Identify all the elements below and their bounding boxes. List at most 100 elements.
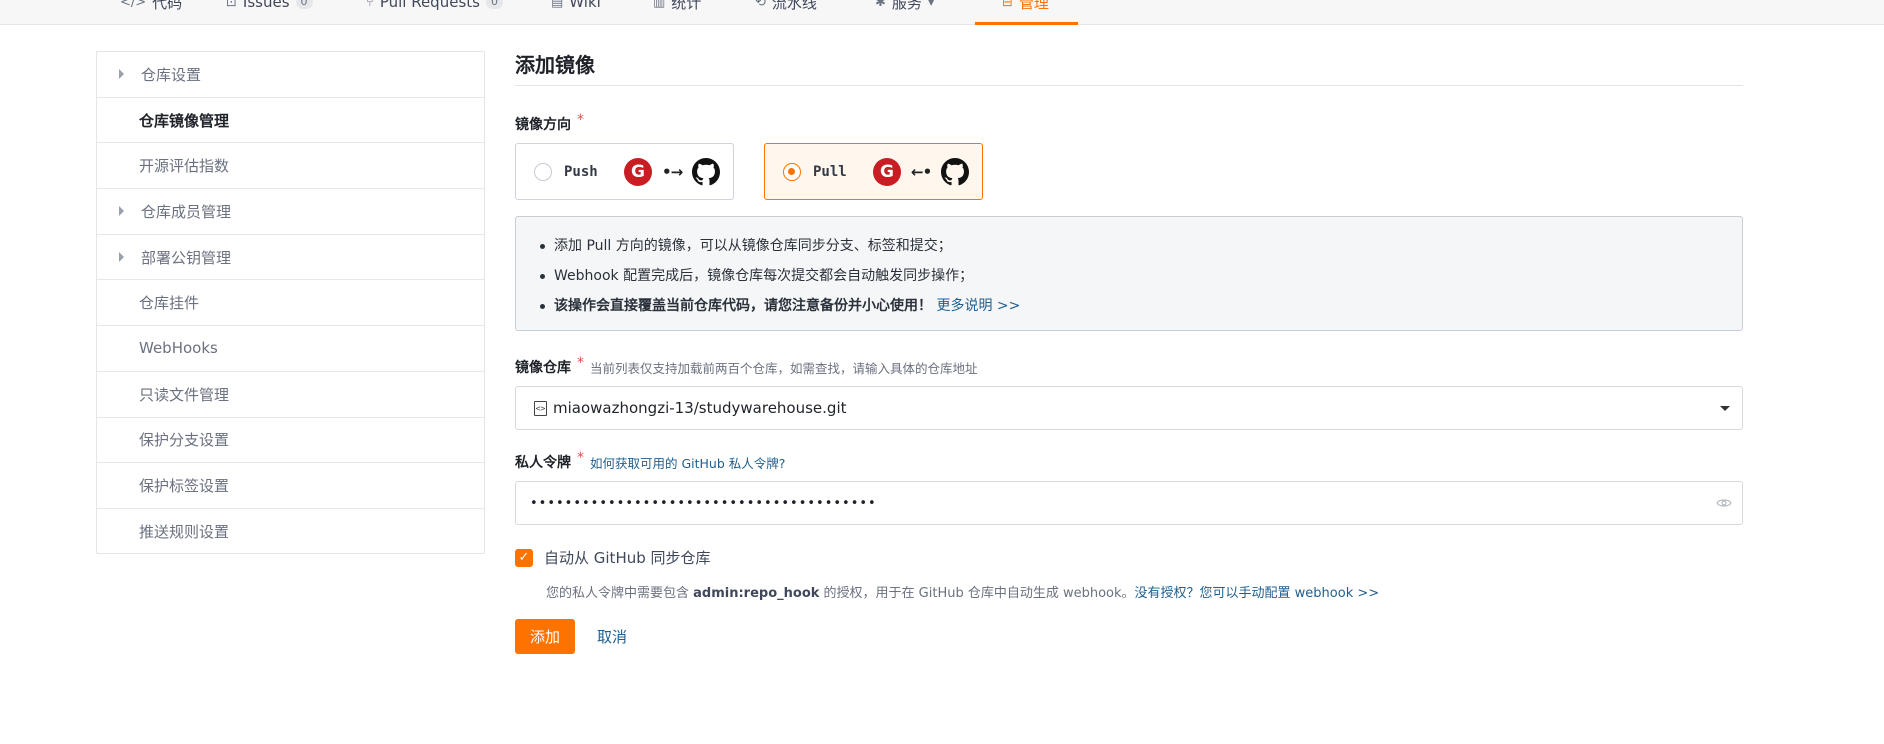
sidebar-item-label: 部署公钥管理: [141, 248, 232, 267]
sidebar-item-label: 开源评估指数: [139, 157, 230, 176]
notice-text: Webhook 配置完成后，镜像仓库每次提交都会自动触发同步操作；: [554, 268, 974, 284]
mirror-repo-select[interactable]: <> miaowazhongzi-13/studywarehouse.git: [515, 386, 1743, 430]
sidebar-item-label: 仓库挂件: [139, 294, 200, 313]
sidebar-item-label: 只读文件管理: [139, 385, 230, 404]
repo-hint: 当前列表仅支持加载前两百个仓库，如需查找，请输入具体的仓库地址: [590, 360, 978, 376]
notice-text: 添加 Pull 方向的镜像，可以从镜像仓库同步分支、标签和提交；: [554, 238, 952, 254]
issues-icon: ⊡: [226, 0, 237, 10]
sidebar-item-label: 保护分支设置: [139, 431, 230, 450]
sidebar-item-deploy-keys[interactable]: 部署公钥管理: [97, 235, 484, 281]
sidebar-item-webhooks[interactable]: WebHooks: [97, 326, 484, 372]
arrow-right-icon: •→: [662, 162, 683, 181]
settings-sidebar: 仓库设置 仓库镜像管理 开源评估指数 仓库成员管理 部署公钥管理 仓库挂件 We…: [96, 51, 485, 554]
sidebar-item-label: 推送规则设置: [139, 523, 230, 542]
direction-label: 镜像方向 *: [515, 112, 1743, 134]
notice-warning-text: 该操作会直接覆盖当前仓库代码，请您注意备份并小心使用！: [554, 298, 932, 314]
tab-label: Issues: [242, 0, 290, 11]
token-label: 私人令牌 * 如何获取可用的 GitHub 私人令牌?: [515, 450, 1743, 472]
stats-icon: ▥: [653, 0, 666, 10]
repo-icon: <>: [534, 400, 547, 416]
sidebar-item-readonly-files[interactable]: 只读文件管理: [97, 372, 484, 418]
gitee-logo-icon: G: [873, 157, 901, 186]
pull-radio[interactable]: [783, 162, 801, 181]
tab-wiki[interactable]: ▤ Wiki: [551, 0, 601, 12]
push-radio[interactable]: [534, 162, 552, 181]
sidebar-item-push-rules[interactable]: 推送规则设置: [97, 509, 484, 555]
token-input[interactable]: [530, 495, 1680, 511]
form-actions: 添加 取消: [515, 619, 1743, 654]
auto-sync-label[interactable]: 自动从 GitHub 同步仓库: [544, 547, 711, 568]
cancel-button[interactable]: 取消: [597, 626, 627, 647]
tab-stats[interactable]: ▥ 统计: [653, 0, 701, 12]
push-label: Push: [564, 163, 598, 180]
chevron-down-icon[interactable]: [1720, 406, 1730, 411]
tab-issues[interactable]: ⊡ Issues 0: [226, 0, 313, 12]
sidebar-item-protected-tags[interactable]: 保护标签设置: [97, 463, 484, 509]
tab-code[interactable]: </> 代码: [120, 0, 182, 12]
field-label-text: 镜像仓库: [515, 360, 571, 376]
sidebar-item-mirror-management[interactable]: 仓库镜像管理: [97, 98, 484, 144]
sidebar-item-label: 保护标签设置: [139, 477, 230, 496]
services-icon: ✱: [875, 0, 886, 10]
repo-select-value: miaowazhongzi-13/studywarehouse.git: [553, 399, 847, 417]
tab-label: 流水线: [771, 0, 817, 12]
sidebar-item-open-source-index[interactable]: 开源评估指数: [97, 143, 484, 190]
github-logo-icon: [692, 157, 721, 185]
tab-label: 代码: [152, 0, 183, 12]
required-mark: *: [577, 450, 584, 466]
required-mark: *: [577, 355, 584, 371]
tab-label: Wiki: [569, 0, 601, 11]
sidebar-item-label: 仓库镜像管理: [139, 111, 230, 130]
tab-pull-requests[interactable]: ⑂ Pull Requests 0: [366, 0, 503, 12]
caret-right-icon: [119, 252, 124, 263]
wiki-icon: ▤: [551, 0, 564, 10]
notice-item: Webhook 配置完成后，镜像仓库每次提交都会自动触发同步操作；: [538, 261, 1742, 291]
auto-sync-hint: 您的私人令牌中需要包含 admin:repo_hook 的授权，用于在 GitH…: [546, 582, 1743, 601]
sidebar-item-members[interactable]: 仓库成员管理: [97, 189, 484, 235]
eye-icon[interactable]: [1716, 496, 1732, 510]
caret-right-icon: [119, 206, 124, 217]
hint-text: 的授权，用于在 GitHub 仓库中自动生成 webhook。: [819, 586, 1135, 601]
pull-label: Pull: [813, 163, 847, 180]
divider: [515, 85, 1743, 86]
manual-webhook-link[interactable]: 没有授权？您可以手动配置 webhook >>: [1135, 586, 1380, 601]
sidebar-item-protected-branches[interactable]: 保护分支设置: [97, 418, 484, 464]
direction-push-option[interactable]: Push G •→: [515, 143, 734, 200]
auto-sync-checkbox[interactable]: ✓: [515, 548, 533, 567]
required-mark: *: [577, 112, 584, 128]
token-help-link[interactable]: 如何获取可用的 GitHub 私人令牌?: [590, 453, 785, 472]
chevron-down-icon: ▾: [927, 0, 935, 10]
token-input-wrapper: [515, 481, 1743, 525]
more-info-link[interactable]: 更多说明 >>: [936, 298, 1020, 314]
sidebar-item-label: 仓库成员管理: [141, 202, 232, 221]
sidebar-item-widgets[interactable]: 仓库挂件: [97, 280, 484, 327]
manage-icon: ⊟: [1002, 0, 1013, 10]
tab-services[interactable]: ✱ 服务 ▾: [875, 0, 934, 12]
sidebar-item-label: WebHooks: [139, 339, 218, 358]
page-title: 添加镜像: [515, 53, 595, 77]
pipeline-icon: ⟲: [755, 0, 766, 10]
gitee-logo-icon: G: [624, 157, 652, 186]
count-badge: 0: [485, 0, 503, 9]
tab-manage[interactable]: ⊟ 管理: [1002, 0, 1049, 12]
active-tab-indicator: [975, 22, 1078, 25]
notice-item: 添加 Pull 方向的镜像，可以从镜像仓库同步分支、标签和提交；: [538, 231, 1742, 261]
sidebar-item-repo-settings[interactable]: 仓库设置: [97, 52, 484, 98]
tab-label: Pull Requests: [379, 0, 480, 11]
caret-right-icon: [119, 69, 124, 80]
notice-item: 该操作会直接覆盖当前仓库代码，请您注意备份并小心使用！ 更多说明 >>: [538, 291, 1742, 321]
direction-pull-option[interactable]: Pull G ←•: [764, 143, 983, 200]
tab-pipeline[interactable]: ⟲ 流水线: [755, 0, 817, 12]
github-logo-icon: [941, 157, 970, 185]
repo-label: 镜像仓库 * 当前列表仅支持加载前两百个仓库，如需查找，请输入具体的仓库地址: [515, 355, 1743, 377]
code-icon: </>: [120, 0, 147, 10]
mirror-notice: 添加 Pull 方向的镜像，可以从镜像仓库同步分支、标签和提交； Webhook…: [515, 216, 1743, 331]
add-mirror-form: 添加镜像 镜像方向 * Push G •→ Pull G ←• 添加 Pull …: [515, 51, 1743, 654]
repo-tab-bar: </> 代码 ⊡ Issues 0 ⑂ Pull Requests 0 ▤ Wi…: [0, 0, 1884, 25]
pull-request-icon: ⑂: [366, 0, 374, 10]
field-label-text: 私人令牌: [515, 455, 571, 471]
auto-sync-row: ✓ 自动从 GitHub 同步仓库: [515, 547, 1743, 568]
tab-label: 服务: [891, 0, 922, 12]
add-button[interactable]: 添加: [515, 619, 575, 654]
field-label-text: 镜像方向: [515, 117, 571, 133]
